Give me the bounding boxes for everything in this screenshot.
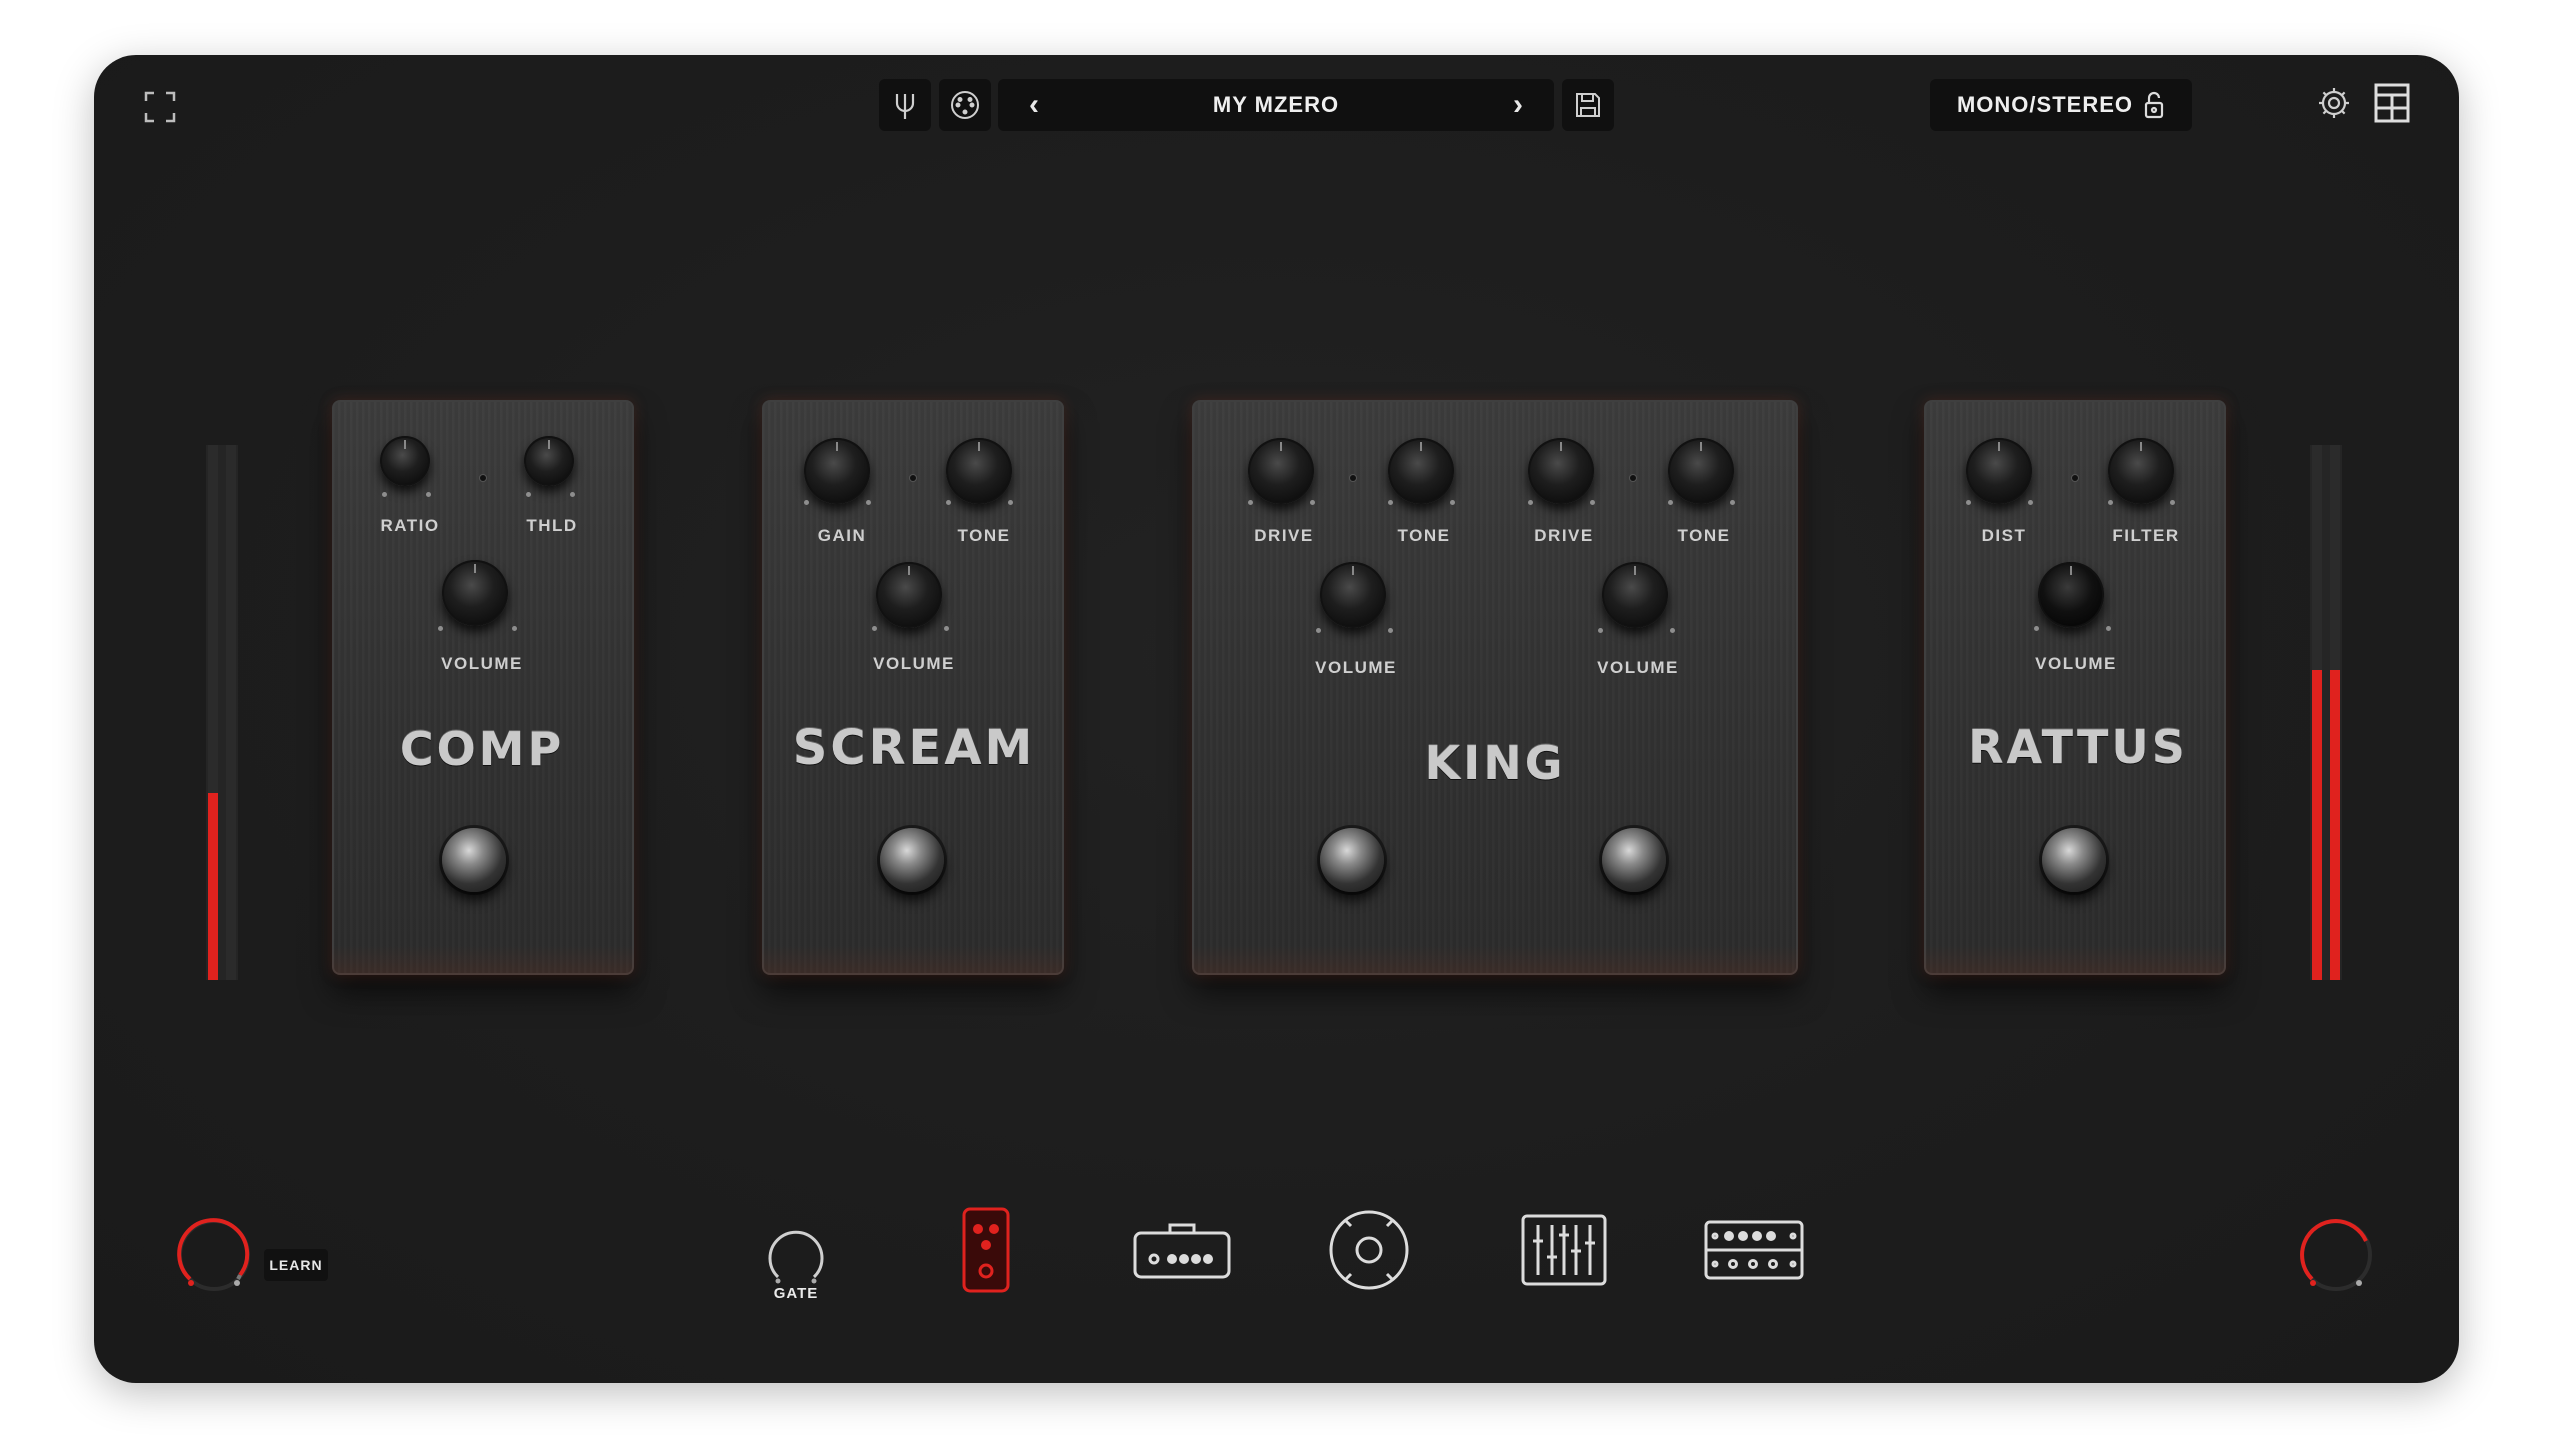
filter-label: FILTER bbox=[2112, 526, 2180, 545]
input-gain-knob[interactable] bbox=[174, 1215, 254, 1295]
midi-button[interactable] bbox=[939, 79, 991, 131]
tone-label-1: TONE bbox=[1397, 526, 1451, 545]
tone-knob[interactable] bbox=[946, 438, 1012, 504]
footswitch-1[interactable] bbox=[1320, 828, 1384, 892]
volume-label-1: VOLUME bbox=[1315, 658, 1397, 677]
pedal-name: KING bbox=[1424, 736, 1566, 790]
pedal-name: SCREAM bbox=[792, 720, 1036, 776]
volume-knob[interactable] bbox=[2038, 562, 2104, 628]
volume-knob[interactable] bbox=[442, 560, 508, 626]
pedal-name: RATTUS bbox=[1968, 720, 2188, 774]
rattus-status-led bbox=[2072, 475, 2078, 481]
volume-label-2: VOLUME bbox=[1597, 658, 1679, 677]
pedalboard-icon[interactable] bbox=[960, 1205, 1012, 1295]
footswitch[interactable] bbox=[880, 828, 944, 892]
thld-label: THLD bbox=[526, 516, 578, 535]
preset-next-button[interactable]: › bbox=[1496, 79, 1540, 131]
drive-knob-2[interactable] bbox=[1528, 438, 1594, 504]
cabinet-speaker-icon[interactable] bbox=[1324, 1205, 1414, 1295]
gate-knob[interactable] bbox=[764, 1227, 828, 1291]
drive-label-2: DRIVE bbox=[1534, 526, 1594, 545]
ratio-knob[interactable] bbox=[380, 436, 430, 486]
pedal-king[interactable]: DRIVE TONE DRIVE TONE VOLUME VOLUME KING bbox=[1192, 400, 1798, 975]
output-level-meter bbox=[2310, 445, 2342, 980]
tone-label: TONE bbox=[957, 526, 1011, 545]
preset-name: MY MZERO bbox=[1212, 92, 1340, 117]
comp-status-led bbox=[480, 475, 486, 481]
volume-label: VOLUME bbox=[441, 654, 523, 673]
volume-knob[interactable] bbox=[876, 562, 942, 628]
output-level-fill-right bbox=[2330, 669, 2340, 980]
preset-prev-button[interactable]: ‹ bbox=[1012, 79, 1056, 131]
drive-knob-1[interactable] bbox=[1248, 438, 1314, 504]
amplifier-icon[interactable] bbox=[1132, 1205, 1232, 1295]
floppy-disk-icon bbox=[1576, 93, 1600, 117]
learn-button[interactable]: LEARN bbox=[264, 1249, 328, 1281]
midi-port-icon bbox=[951, 91, 979, 119]
gain-knob[interactable] bbox=[804, 438, 870, 504]
fullscreen-icon[interactable] bbox=[142, 89, 178, 125]
output-gain-knob[interactable] bbox=[2296, 1215, 2376, 1295]
tuner-button[interactable] bbox=[879, 79, 931, 131]
padlock-icon bbox=[2144, 91, 2164, 119]
plugin-window: ‹ MY MZERO › MONO/STEREO RATIO THLD VOLU… bbox=[94, 55, 2459, 1383]
tone-knob-1[interactable] bbox=[1388, 438, 1454, 504]
thld-knob[interactable] bbox=[524, 436, 574, 486]
gain-label: GAIN bbox=[817, 526, 867, 545]
pedal-name: COMP bbox=[399, 722, 565, 776]
pedal-scream[interactable]: GAIN TONE VOLUME SCREAM bbox=[762, 400, 1064, 975]
mono-stereo-label: MONO/STEREO bbox=[1956, 92, 2133, 117]
brand-logo-icon[interactable] bbox=[2372, 81, 2412, 125]
mono-stereo-toggle[interactable]: MONO/STEREO bbox=[1930, 79, 2192, 131]
scream-status-led bbox=[910, 475, 916, 481]
tone-knob-2[interactable] bbox=[1668, 438, 1734, 504]
mixer-faders-icon[interactable] bbox=[1520, 1205, 1608, 1295]
ratio-label: RATIO bbox=[380, 516, 440, 535]
input-level-fill bbox=[208, 792, 218, 980]
gear-icon[interactable] bbox=[2316, 85, 2352, 121]
dist-knob[interactable] bbox=[1966, 438, 2032, 504]
output-level-fill-left bbox=[2312, 669, 2322, 980]
volume-knob-2[interactable] bbox=[1602, 562, 1668, 628]
rack-effects-icon[interactable] bbox=[1702, 1205, 1806, 1295]
save-button[interactable] bbox=[1562, 79, 1614, 131]
king-status-led-1 bbox=[1350, 475, 1356, 481]
footswitch[interactable] bbox=[2042, 828, 2106, 892]
tuner-fork-icon bbox=[895, 94, 915, 119]
drive-label-1: DRIVE bbox=[1254, 526, 1314, 545]
input-level-meter bbox=[206, 445, 238, 980]
tone-label-2: TONE bbox=[1677, 526, 1731, 545]
pedal-comp[interactable]: RATIO THLD VOLUME COMP bbox=[332, 400, 634, 975]
volume-label: VOLUME bbox=[2035, 654, 2117, 673]
volume-label: VOLUME bbox=[873, 654, 955, 673]
dist-label: DIST bbox=[1981, 526, 2027, 545]
footswitch[interactable] bbox=[442, 828, 506, 892]
footswitch-2[interactable] bbox=[1602, 828, 1666, 892]
volume-knob-1[interactable] bbox=[1320, 562, 1386, 628]
pedal-rattus[interactable]: DIST FILTER VOLUME RATTUS bbox=[1924, 400, 2226, 975]
filter-knob[interactable] bbox=[2108, 438, 2174, 504]
king-status-led-2 bbox=[1630, 475, 1636, 481]
gate-label: GATE bbox=[773, 1285, 819, 1302]
preset-selector[interactable]: ‹ MY MZERO › bbox=[998, 79, 1554, 131]
